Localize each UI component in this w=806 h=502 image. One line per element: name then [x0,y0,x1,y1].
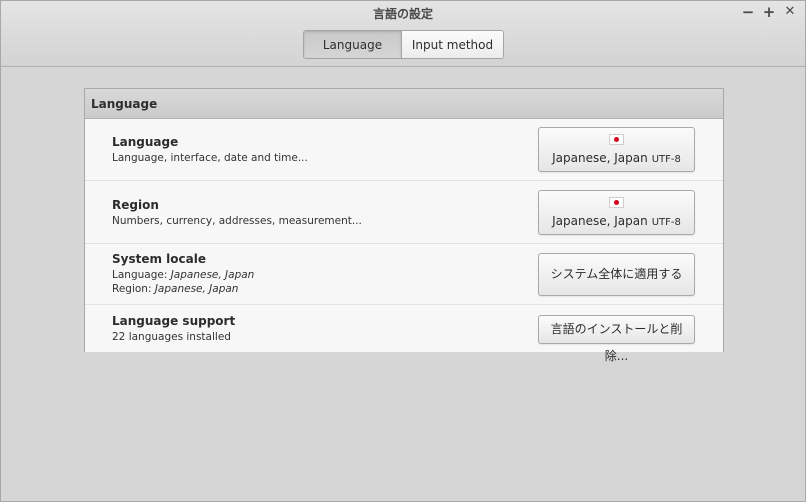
region-select-button[interactable]: Japanese, Japan UTF-8 [538,190,695,235]
locale-language-line: Language: Japanese, Japan [112,269,254,281]
locale-region-line: Region: Japanese, Japan [112,283,238,295]
row-subtitle: Language, interface, date and time... [112,152,308,164]
row-title: Language support [112,314,236,328]
language-select-button[interactable]: Japanese, Japan UTF-8 [538,127,695,172]
language-panel: Language Language Language, interface, d… [84,88,724,363]
flag-japan-icon [609,197,624,208]
line-prefix: Region: [112,283,155,295]
line-value: Japanese, Japan [154,283,239,295]
row-subtitle: Numbers, currency, addresses, measuremen… [112,215,362,227]
flag-japan-icon [609,134,624,145]
panel-header: Language [85,89,723,119]
line-value: Japanese, Japan [170,269,255,281]
tab-input-method[interactable]: Input method [402,31,503,58]
stack-switcher: Language Input method [303,30,504,59]
tab-language[interactable]: Language [304,31,402,58]
line-prefix: Language: [112,269,171,281]
window-title: 言語の設定 [372,7,433,21]
row-title: System locale [112,252,206,266]
button-label: Japanese, Japan [552,214,648,228]
language-row: Language Language, interface, date and t… [85,119,723,181]
region-row: Region Numbers, currency, addresses, mea… [85,181,723,244]
button-encoding: UTF-8 [651,154,681,165]
minimize-button[interactable]: − [740,4,756,20]
language-support-row: Language support 22 languages installed … [85,305,723,363]
row-title: Language [112,135,179,149]
apply-system-wide-button[interactable]: システム全体に適用する [538,253,695,296]
close-button[interactable]: ✕ [782,4,798,20]
maximize-button[interactable]: + [761,4,777,20]
titlebar: 言語の設定 − + ✕ Language Input method [1,1,805,67]
row-title: Region [112,198,159,212]
install-remove-languages-button[interactable]: 言語のインストールと削除... [538,315,695,363]
button-label: Japanese, Japan [552,151,648,165]
row-subtitle: 22 languages installed [112,331,231,343]
system-locale-row: System locale Language: Japanese, Japan … [85,244,723,305]
language-settings-window: 言語の設定 − + ✕ Language Input method Langua… [0,0,806,502]
button-encoding: UTF-8 [651,217,681,228]
